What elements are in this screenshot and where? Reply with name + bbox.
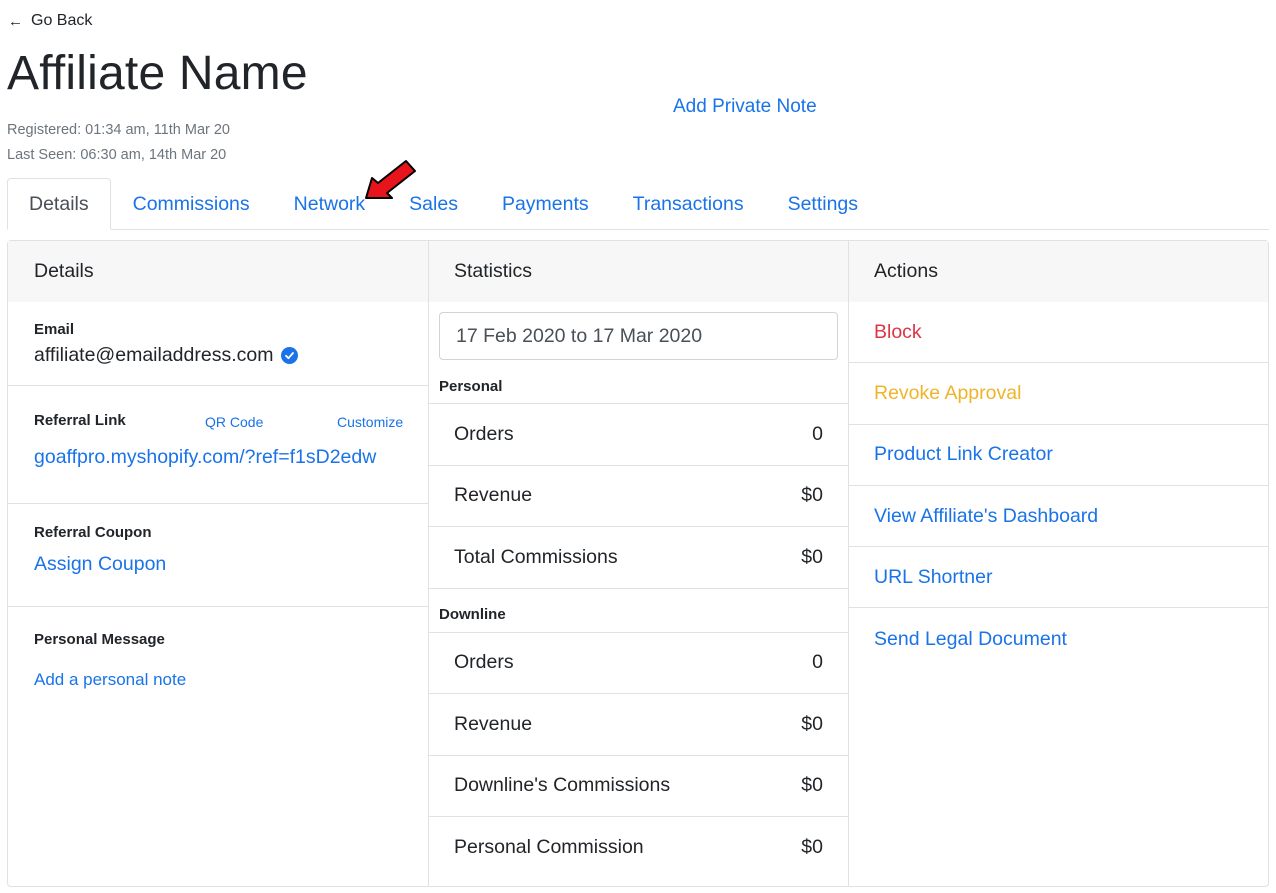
view-dashboard-action[interactable]: View Affiliate's Dashboard [849,486,1268,548]
statistics-panel-title: Statistics [429,241,848,302]
registered-text: Registered: 01:34 am, 11th Mar 20 [7,122,230,138]
stat-label: Personal Commission [454,836,644,859]
stat-value: $0 [801,712,823,735]
referral-link-value[interactable]: goaffpro.myshopify.com/?ref=f1sD2edw [34,446,402,469]
stat-value: $0 [801,836,823,859]
personal-message-section: Personal Message Add a personal note [8,607,428,690]
personal-message-label: Personal Message [34,631,165,648]
customize-link[interactable]: Customize [337,414,403,430]
stat-value: $0 [801,774,823,797]
tab-details[interactable]: Details [7,178,111,230]
red-arrow-icon [365,160,416,199]
stat-label: Revenue [454,712,533,735]
product-link-creator-action[interactable]: Product Link Creator [849,425,1268,486]
statistics-panel: Statistics 17 Feb 2020 to 17 Mar 2020 Pe… [428,240,849,887]
stat-value: 0 [812,422,823,445]
go-back-label: Go Back [31,12,93,29]
date-range-picker[interactable]: 17 Feb 2020 to 17 Mar 2020 [439,312,838,360]
last-seen-text: Last Seen: 06:30 am, 14th Mar 20 [7,147,227,163]
url-shortner-action[interactable]: URL Shortner [849,547,1268,609]
block-action[interactable]: Block [849,302,1268,364]
stats-row: Personal Commission $0 [429,817,848,879]
stat-value: 0 [812,651,823,674]
stats-row: Orders 0 [429,633,848,694]
add-personal-note-link[interactable]: Add a personal note [34,670,402,690]
stat-label: Orders [454,422,514,445]
referral-coupon-section: Referral Coupon Assign Coupon [8,504,428,607]
stat-label: Revenue [454,484,533,507]
actions-panel: Actions Block Revoke Approval Product Li… [848,240,1269,887]
email-label: Email [34,321,75,338]
stat-label: Orders [454,651,514,674]
arrow-left-icon: ← [8,12,23,30]
revoke-approval-action[interactable]: Revoke Approval [849,363,1268,425]
stat-label: Total Commissions [454,545,618,568]
send-legal-document-action[interactable]: Send Legal Document [849,608,1268,669]
actions-panel-title: Actions [849,241,1268,302]
tab-transactions[interactable]: Transactions [611,178,766,230]
qr-code-link[interactable]: QR Code [205,414,263,430]
email-section: Email affiliate@emailaddress.com [8,302,428,386]
referral-coupon-label: Referral Coupon [34,524,152,541]
email-value-row: affiliate@emailaddress.com [34,344,402,367]
details-panel: Details Email affiliate@emailaddress.com… [7,240,429,887]
go-back-link[interactable]: ← Go Back [8,12,92,30]
tab-settings[interactable]: Settings [766,178,880,230]
email-value: affiliate@emailaddress.com [34,344,274,366]
stat-value: $0 [801,484,823,507]
assign-coupon-link[interactable]: Assign Coupon [34,553,402,576]
page-title: Affiliate Name [7,47,308,100]
stats-row: Revenue $0 [429,694,848,756]
stats-row: Total Commissions $0 [429,527,848,589]
tab-bar: Details Commissions Network Sales Paymen… [7,178,1269,230]
add-private-note-link[interactable]: Add Private Note [673,96,817,118]
stat-label: Downline's Commissions [454,774,671,797]
stats-row: Downline's Commissions $0 [429,756,848,817]
check-circle-icon [281,347,299,364]
stat-value: $0 [801,545,823,568]
downline-group-label: Downline [429,589,848,633]
stats-row: Orders 0 [429,404,848,466]
tab-payments[interactable]: Payments [480,178,611,230]
personal-group-label: Personal [429,360,848,404]
stats-row: Revenue $0 [429,466,848,527]
referral-link-section: Referral Link QR Code Customize goaffpro… [8,386,428,504]
tab-commissions[interactable]: Commissions [111,178,272,230]
details-panel-title: Details [8,241,428,302]
